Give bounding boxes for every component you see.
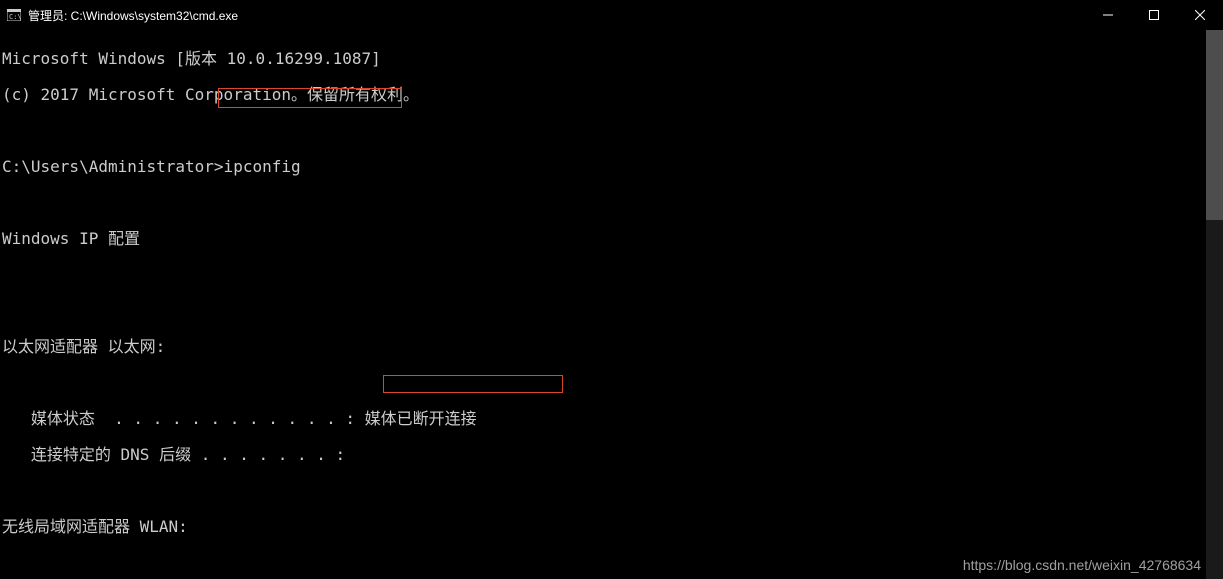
window-title: 管理员: C:\Windows\system32\cmd.exe: [28, 7, 1085, 24]
wlan-adapter-header: 无线局域网适配器 WLAN:: [2, 518, 1223, 536]
ethernet-media-state: 媒体状态 . . . . . . . . . . . . : 媒体已断开连接: [2, 410, 1223, 428]
watermark-text: https://blog.csdn.net/weixin_42768634: [963, 557, 1201, 573]
ethernet-dns-suffix: 连接特定的 DNS 后缀 . . . . . . . :: [2, 446, 1223, 464]
svg-text:C:\: C:\: [9, 13, 21, 21]
close-button[interactable]: [1177, 0, 1223, 30]
minimize-button[interactable]: [1085, 0, 1131, 30]
vertical-scrollbar[interactable]: [1206, 30, 1223, 579]
terminal-output[interactable]: Microsoft Windows [版本 10.0.16299.1087] (…: [0, 30, 1223, 579]
prompt-line: C:\Users\Administrator>ipconfig: [2, 158, 1223, 176]
cmd-icon: C:\: [6, 7, 22, 23]
maximize-button[interactable]: [1131, 0, 1177, 30]
copyright-line: (c) 2017 Microsoft Corporation。保留所有权利。: [2, 86, 1223, 104]
window-titlebar[interactable]: C:\ 管理员: C:\Windows\system32\cmd.exe: [0, 0, 1223, 30]
version-line: Microsoft Windows [版本 10.0.16299.1087]: [2, 50, 1223, 68]
scrollbar-thumb[interactable]: [1206, 30, 1223, 220]
window-controls: [1085, 0, 1223, 30]
ethernet-adapter-header: 以太网适配器 以太网:: [2, 338, 1223, 356]
ipconfig-header: Windows IP 配置: [2, 230, 1223, 248]
